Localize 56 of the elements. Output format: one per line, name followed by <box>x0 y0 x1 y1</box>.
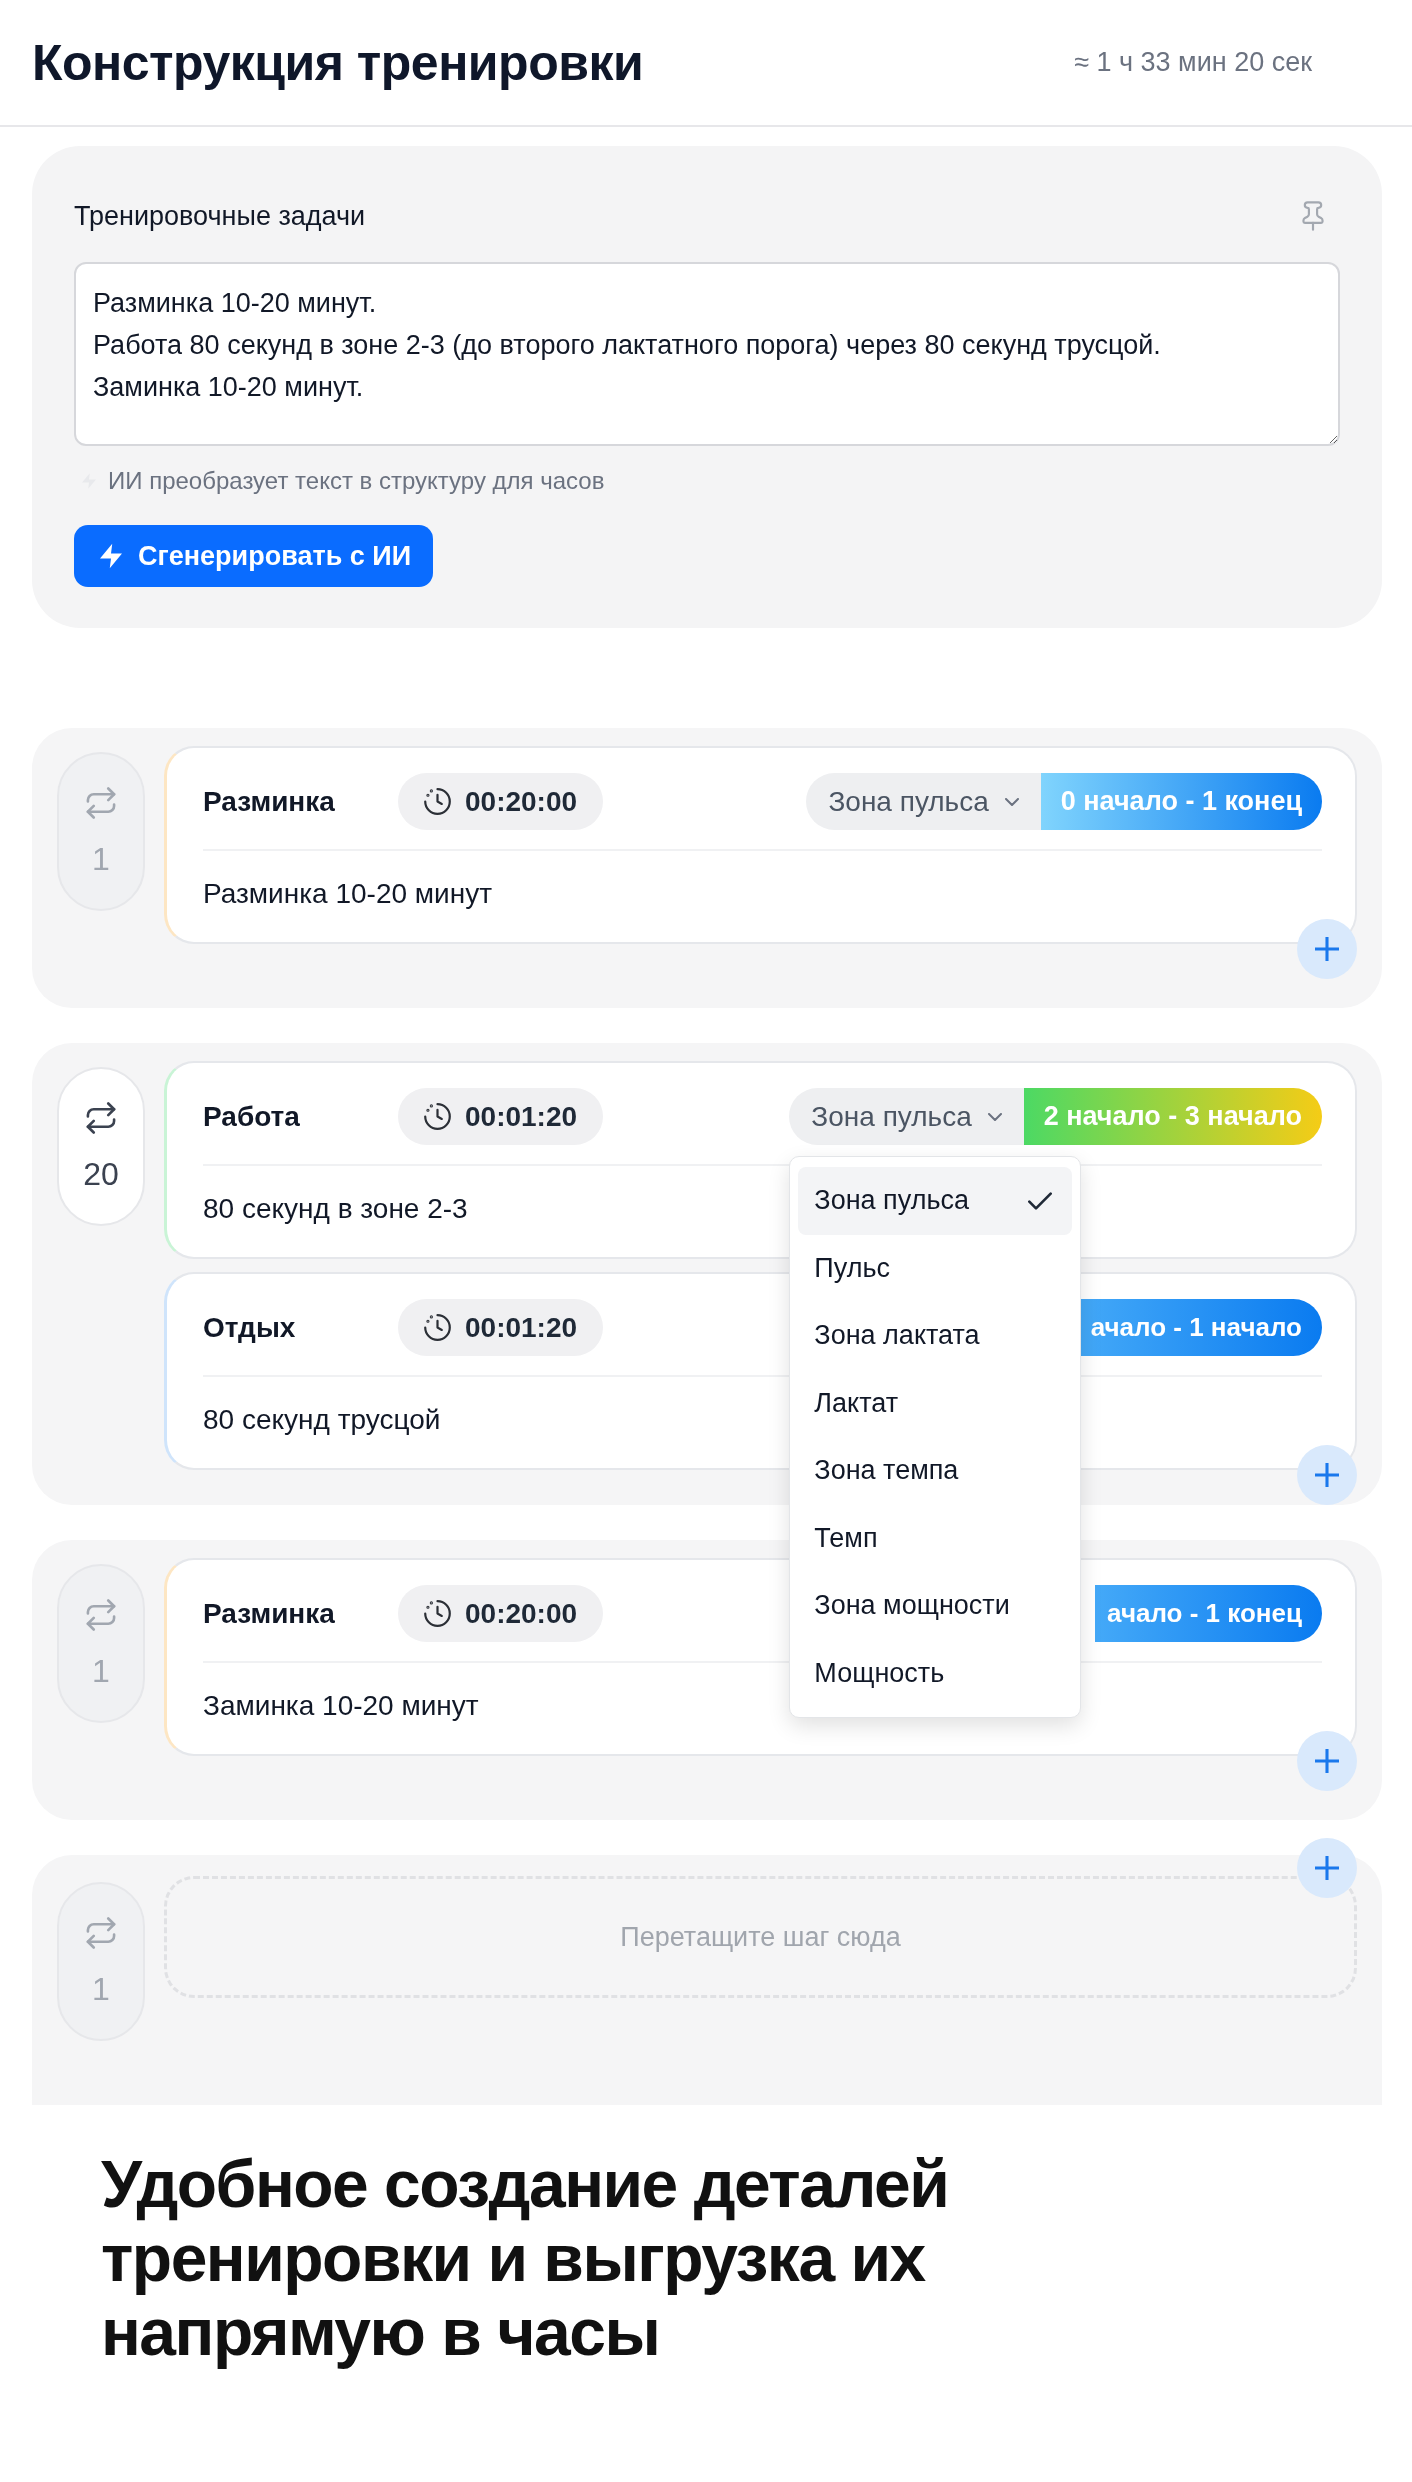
clock-icon <box>424 1103 451 1130</box>
check-icon <box>1028 1191 1053 1210</box>
repeat-count: 1 <box>92 1970 110 2007</box>
repeat-count: 20 <box>83 1155 119 1192</box>
repeat-icon <box>86 1916 116 1949</box>
plus-icon <box>1315 1856 1339 1880</box>
generate-button[interactable]: Сгенерировать с ИИ <box>74 525 434 587</box>
repeat-count: 1 <box>92 1652 110 1689</box>
menu-item[interactable]: Мощность <box>798 1639 1073 1707</box>
menu-item[interactable]: Зона пульса <box>798 1167 1073 1235</box>
clock-icon <box>424 788 451 815</box>
repeat-counter[interactable]: 20 <box>57 1067 145 1226</box>
zone-type-select[interactable]: Зона пульса <box>789 1088 1024 1145</box>
add-step-button[interactable] <box>1297 1838 1357 1898</box>
step-name: Разминка <box>203 1597 335 1630</box>
repeat-icon <box>86 1598 116 1631</box>
step-name: Работа <box>203 1100 300 1133</box>
promo-caption: Удобное создание деталей тренировки и выгрузка их напрямую в часы <box>101 2147 949 2369</box>
step-name: Разминка <box>203 785 335 818</box>
clock-icon <box>424 1314 451 1341</box>
step-name: Отдых <box>203 1311 296 1344</box>
duration-button[interactable]: 00:20:00 <box>398 1585 604 1642</box>
repeat-icon <box>86 786 116 819</box>
menu-item[interactable]: Зона мощности <box>798 1572 1073 1640</box>
tasks-title: Тренировочные задачи <box>74 200 366 232</box>
menu-item[interactable]: Темп <box>798 1504 1073 1572</box>
menu-item[interactable]: Лактат <box>798 1369 1073 1437</box>
menu-item[interactable]: Зона темпа <box>798 1437 1073 1505</box>
add-step-button[interactable] <box>1297 1445 1357 1505</box>
step-description: Разминка 10-20 минут <box>203 877 492 911</box>
add-step-button[interactable] <box>1297 919 1357 979</box>
duration-button[interactable]: 00:01:20 <box>398 1299 604 1356</box>
step-description: 80 секунд трусцой <box>203 1403 441 1437</box>
menu-item[interactable]: Зона лактата <box>798 1302 1073 1370</box>
hint-text: ИИ преобразует текст в структуру для часов <box>108 467 605 495</box>
duration-button[interactable]: 00:20:00 <box>398 773 604 830</box>
total-duration: ≈ 1 ч 33 мин 20 сек <box>1074 47 1312 78</box>
plus-icon <box>1315 937 1339 961</box>
clock-icon <box>424 1600 451 1627</box>
drop-hint: Перетащите шаг сюда <box>620 1921 901 1953</box>
tasks-textarea[interactable]: Разминка 10-20 минут. Работа 80 секунд в зоне 2-3 (до второго лактатного порога) через 80 секунд трусцой. Заминка 10-20 минут. <box>74 262 1340 446</box>
repeat-icon <box>86 1101 116 1134</box>
plus-icon <box>1315 1749 1339 1773</box>
step-description: 80 секунд в зоне 2-3 <box>203 1192 468 1226</box>
page-title: Конструкция тренировки <box>32 33 644 92</box>
plus-icon <box>1315 1463 1339 1487</box>
chevron-down-icon <box>1004 797 1019 806</box>
zone-type-select[interactable]: Зона пульса <box>806 773 1041 830</box>
pin-icon[interactable] <box>1302 201 1324 231</box>
repeat-count: 1 <box>92 840 110 877</box>
add-step-button[interactable] <box>1297 1731 1357 1791</box>
lightning-icon <box>100 543 122 569</box>
menu-item[interactable]: Пульс <box>798 1234 1073 1302</box>
chevron-down-icon <box>987 1112 1002 1121</box>
step-description: Заминка 10-20 минут <box>203 1689 479 1723</box>
duration-button[interactable]: 00:01:20 <box>398 1088 604 1145</box>
